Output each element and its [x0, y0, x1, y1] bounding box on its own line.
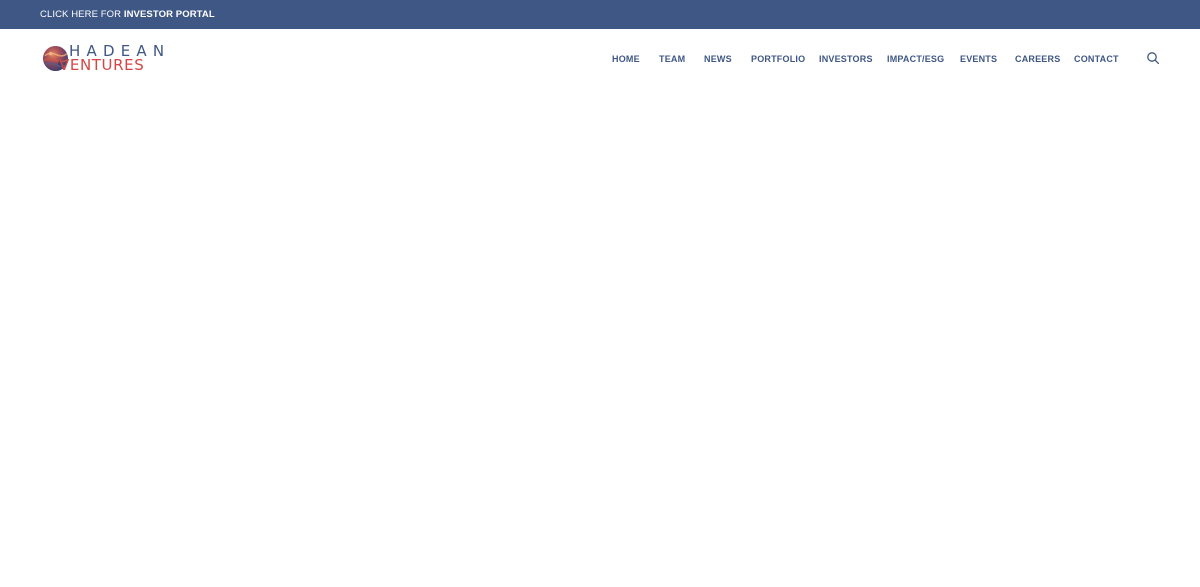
nav-item-careers[interactable]: CAREERS [1015, 53, 1060, 65]
top-announcement-bar: CLICK HERE FOR INVESTOR PORTAL [0, 0, 1200, 29]
search-button[interactable] [1146, 51, 1160, 65]
main-navigation: HOME TEAM NEWS PORTFOLIO INVESTORS IMPAC… [0, 29, 1200, 89]
site-header: HADEAN VENTURES HOME TEAM NEWS PORTFOLIO… [0, 29, 1200, 89]
search-icon [1147, 52, 1160, 65]
investor-portal-label: INVESTOR PORTAL [123, 8, 215, 20]
nav-item-news[interactable]: NEWS [704, 53, 732, 65]
nav-item-events[interactable]: EVENTS [960, 53, 997, 65]
investor-portal-link[interactable]: CLICK HERE FOR INVESTOR PORTAL [40, 10, 215, 20]
nav-item-impact-esg[interactable]: IMPACT/ESG [887, 53, 944, 65]
nav-item-home[interactable]: HOME [612, 53, 640, 65]
investor-portal-prefix: CLICK HERE FOR [40, 8, 124, 20]
nav-item-team[interactable]: TEAM [659, 53, 685, 65]
nav-item-contact[interactable]: CONTACT [1074, 53, 1119, 65]
nav-item-portfolio[interactable]: PORTFOLIO [751, 53, 805, 65]
nav-item-investors[interactable]: INVESTORS [819, 53, 873, 65]
